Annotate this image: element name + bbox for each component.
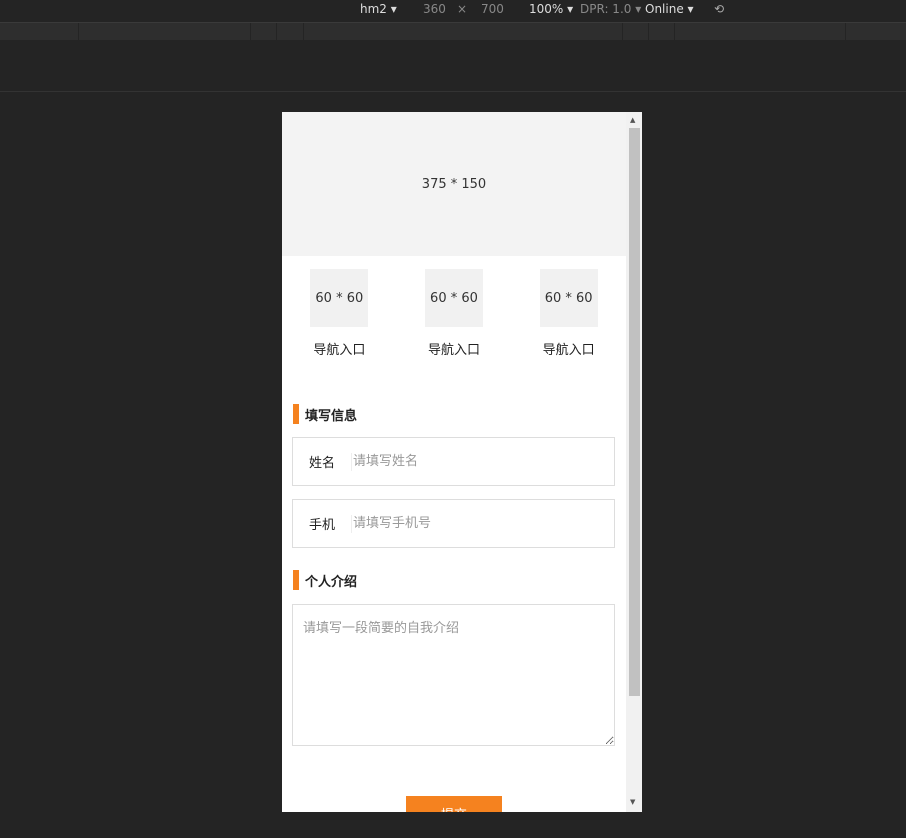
nav-label: 导航入口 <box>313 343 366 358</box>
accent-bar <box>293 570 299 590</box>
name-field: 姓名 <box>292 437 615 486</box>
scrollbar[interactable]: ▲ ▼ <box>626 112 642 812</box>
banner-placeholder: 375 * 150 <box>282 112 626 256</box>
media-query-bar[interactable] <box>0 22 906 41</box>
nav-item[interactable]: 60 * 60 导航入口 <box>294 269 384 358</box>
dpr-select[interactable]: DPR: 1.0 ▾ <box>580 2 641 16</box>
device-toolbar: hm2 ▾ 360 × 700 100% ▾ DPR: 1.0 ▾ Online… <box>0 0 906 20</box>
intro-textarea[interactable] <box>292 604 615 746</box>
phone-field: 手机 <box>292 499 615 548</box>
phone-label: 手机 <box>308 518 335 533</box>
nav-grid: 60 * 60 导航入口 60 * 60 导航入口 60 * 60 导航入口 <box>282 256 626 358</box>
height-input[interactable]: 700 <box>481 2 504 16</box>
device-select[interactable]: hm2 ▾ <box>360 2 397 16</box>
section-title-text: 个人介绍 <box>305 574 358 590</box>
section-title-text: 填写信息 <box>305 408 358 424</box>
name-label: 姓名 <box>308 456 335 471</box>
phone-input[interactable] <box>351 514 614 533</box>
device-viewport: 375 * 150 60 * 60 导航入口 60 * 60 导航入口 60 * 6… <box>282 112 642 812</box>
accent-bar <box>293 404 299 424</box>
nav-image: 60 * 60 <box>424 269 483 327</box>
nav-item[interactable]: 60 * 60 导航入口 <box>409 269 499 358</box>
name-input[interactable] <box>351 452 614 471</box>
nav-label: 导航入口 <box>427 343 480 358</box>
rotate-icon[interactable]: ⟲ <box>714 2 724 16</box>
banner-text: 375 * 150 <box>421 176 487 192</box>
submit-button[interactable]: 提交 <box>406 796 502 812</box>
network-select[interactable]: Online ▾ <box>645 2 694 16</box>
section-title-info: 填写信息 <box>293 404 626 424</box>
nav-image: 60 * 60 <box>539 269 598 327</box>
width-input[interactable]: 360 <box>423 2 446 16</box>
zoom-select[interactable]: 100% ▾ <box>529 2 573 16</box>
nav-image: 60 * 60 <box>310 269 369 327</box>
nav-label: 导航入口 <box>542 343 595 358</box>
scrollbar-thumb[interactable] <box>629 128 640 696</box>
nav-item[interactable]: 60 * 60 导航入口 <box>524 269 614 358</box>
times-label: × <box>457 2 468 16</box>
scroll-down-icon[interactable]: ▼ <box>630 798 635 806</box>
section-title-intro: 个人介绍 <box>293 570 626 590</box>
divider <box>0 91 906 92</box>
scroll-up-icon[interactable]: ▲ <box>630 116 635 124</box>
